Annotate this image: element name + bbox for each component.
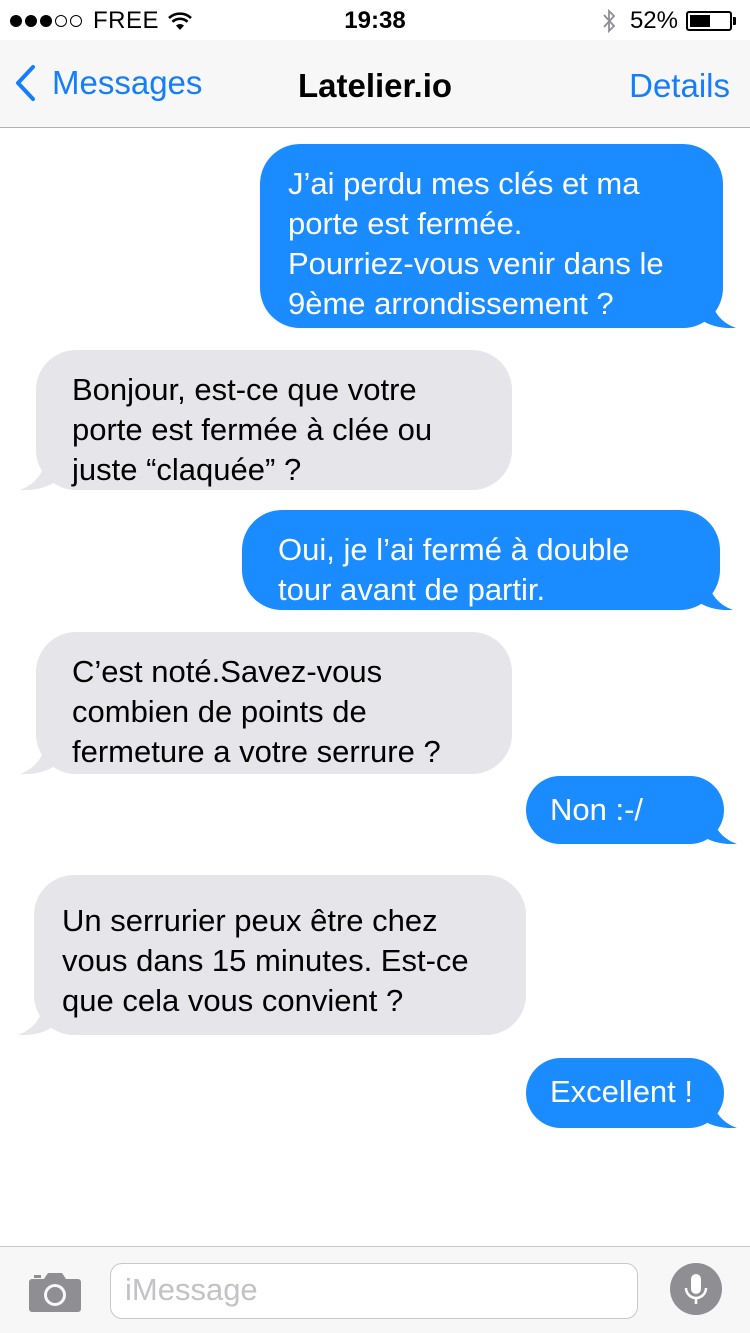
message-text: Un serrurier peux être chez vous dans 15… xyxy=(62,903,469,1018)
message-bubble-incoming[interactable]: C’est noté.Savez-vous combien de points … xyxy=(20,632,512,774)
message-bubble-outgoing[interactable]: Excellent ! xyxy=(526,1058,737,1128)
bubble-tail xyxy=(697,1088,737,1128)
details-button[interactable]: Details xyxy=(629,67,730,105)
message-text: Non :-/ xyxy=(550,792,644,827)
bubble-tail xyxy=(20,734,60,774)
camera-icon[interactable] xyxy=(28,1271,82,1313)
message-text: Excellent ! xyxy=(550,1074,694,1109)
message-text: C’est noté.Savez-vous combien de points … xyxy=(72,654,441,769)
bubble-tail xyxy=(697,804,737,844)
navigation-bar: Messages Latelier.io Details xyxy=(0,40,750,128)
battery-level xyxy=(690,15,710,27)
message-text: Bonjour, est-ce que votre porte est ferm… xyxy=(72,372,433,487)
bubble-tail xyxy=(18,995,58,1035)
message-bubble-outgoing[interactable]: J’ai perdu mes clés et ma porte est ferm… xyxy=(260,144,736,328)
bubble-tail xyxy=(20,450,60,490)
bluetooth-icon xyxy=(603,9,616,33)
message-text: J’ai perdu mes clés et ma porte est ferm… xyxy=(288,166,664,321)
microphone-icon xyxy=(684,1274,708,1304)
battery-percentage: 52% xyxy=(629,7,678,34)
microphone-button[interactable] xyxy=(670,1263,722,1315)
message-bubble-outgoing[interactable]: Oui, je l’ai fermé à double tour avant d… xyxy=(242,510,733,610)
message-bubble-outgoing[interactable]: Non :-/ xyxy=(526,776,737,844)
message-bubble-incoming[interactable]: Un serrurier peux être chez vous dans 15… xyxy=(18,875,526,1035)
bubble-tail xyxy=(693,570,733,610)
message-bubble-incoming[interactable]: Bonjour, est-ce que votre porte est ferm… xyxy=(20,350,512,490)
battery-icon xyxy=(686,11,732,31)
compose-bar: iMessage xyxy=(0,1246,750,1333)
message-text: Oui, je l’ai fermé à double tour avant d… xyxy=(278,532,630,607)
message-input[interactable]: iMessage xyxy=(110,1263,638,1319)
message-input-placeholder: iMessage xyxy=(125,1272,258,1307)
status-bar: FREE 19:38 52% xyxy=(0,0,750,40)
battery-tip xyxy=(733,17,736,25)
bubble-tail xyxy=(696,288,736,328)
status-right: 52% xyxy=(602,7,736,35)
